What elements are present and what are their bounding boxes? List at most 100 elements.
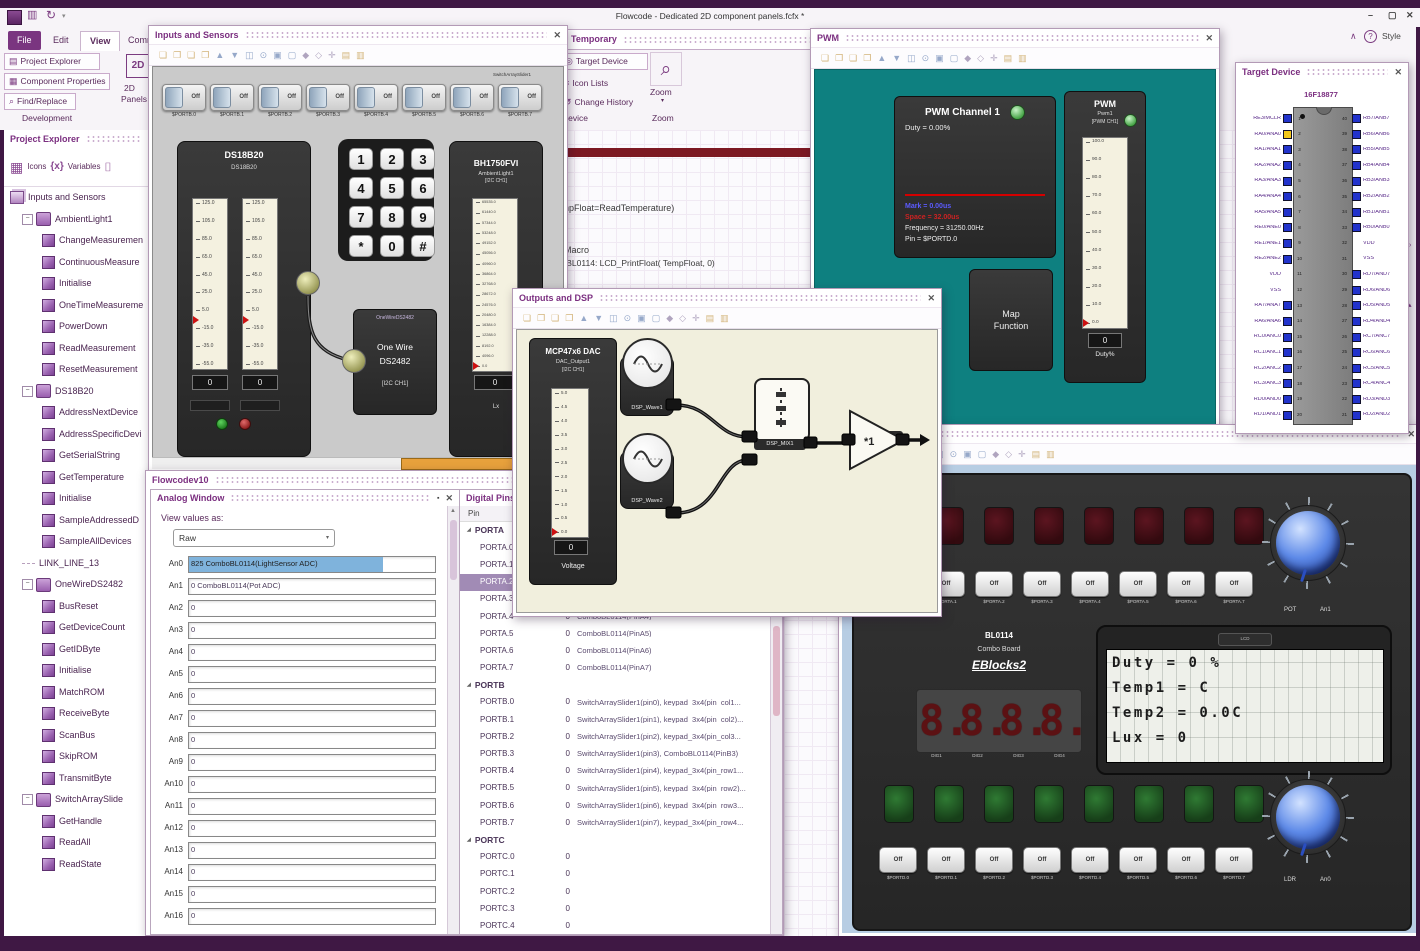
chip-pin[interactable]: 40 RB7/ANB7 bbox=[1339, 111, 1405, 127]
toggle-switch[interactable]: Off $PORTD.2 bbox=[975, 847, 1013, 881]
chip-pin[interactable]: 35 RB2/ANB2 bbox=[1339, 189, 1405, 205]
chip-pin[interactable]: RD0/AND0 19 bbox=[1239, 392, 1305, 408]
tree-item[interactable]: − Initialise bbox=[4, 660, 148, 682]
project-explorer-button[interactable]: ▤ Project Explorer bbox=[4, 53, 100, 70]
tree-item[interactable]: − ScanBus bbox=[4, 725, 148, 747]
tree-item[interactable]: − MatchROM bbox=[4, 682, 148, 704]
icons-view-icon[interactable]: ▦ bbox=[10, 160, 23, 174]
panel-tool-icon[interactable]: ✛ bbox=[692, 313, 700, 323]
panel-tool-icon[interactable]: ◫ bbox=[907, 53, 916, 63]
panel-tool-icon[interactable]: ❏ bbox=[523, 313, 531, 323]
digital-pin-row[interactable]: PORTC.0 0 bbox=[460, 849, 782, 866]
panel-tool-icon[interactable]: ▥ bbox=[720, 313, 729, 323]
panel-tool-icon[interactable]: ▼ bbox=[230, 50, 239, 60]
tree-expander-icon[interactable]: − bbox=[22, 794, 33, 806]
digital-pin-row[interactable]: PORTC.1 0 bbox=[460, 866, 782, 883]
panel-tool-icon[interactable]: ▼ bbox=[892, 53, 901, 63]
analog-value-field[interactable]: 0 bbox=[188, 687, 436, 705]
switch-state[interactable]: Off bbox=[1215, 571, 1253, 597]
toggle-switch[interactable]: Off $PORTA.7 bbox=[1215, 571, 1253, 605]
icons-view-label[interactable]: Icons bbox=[27, 163, 46, 171]
analog-value-field[interactable]: 0 bbox=[188, 621, 436, 639]
chip-pin[interactable]: 28 RD5/AND5 bbox=[1339, 298, 1405, 314]
panel-tool-icon[interactable]: ▤ bbox=[342, 50, 351, 60]
tab-edit[interactable]: Edit bbox=[44, 31, 78, 50]
tree-item[interactable]: − Inputs and Sensors bbox=[4, 187, 148, 209]
chip-pin[interactable]: RE1/ANE1 9 bbox=[1239, 236, 1305, 252]
tree-item[interactable]: − TransmitByte bbox=[4, 768, 148, 790]
panel-tool-icon[interactable]: ✛ bbox=[328, 50, 336, 60]
analog-value-field[interactable]: 0 bbox=[188, 775, 436, 793]
digital-pin-row[interactable]: PORTB.2 0 SwitchArraySlider1(pin2), keyp… bbox=[460, 728, 782, 745]
panel-tool-icon[interactable]: ◇ bbox=[1005, 449, 1012, 459]
toggle-switch[interactable]: Off $PORTA.2 bbox=[975, 571, 1013, 605]
digital-pin-row[interactable]: PORTB.5 0 SwitchArraySlider1(pin5), keyp… bbox=[460, 780, 782, 797]
digital-pin-row[interactable]: PORTB.7 0 SwitchArraySlider1(pin7), keyp… bbox=[460, 814, 782, 831]
chip-pin[interactable]: 25 RC6/ANC6 bbox=[1339, 345, 1405, 361]
tree-expander-icon[interactable]: − bbox=[22, 213, 33, 225]
tree-item[interactable]: − ReadState bbox=[4, 854, 148, 876]
digital-pin-row[interactable]: PORTB.0 0 SwitchArraySlider1(pin0), keyp… bbox=[460, 694, 782, 711]
digital-pin-row[interactable]: PORTB.3 0 SwitchArraySlider1(pin3), Comb… bbox=[460, 745, 782, 762]
close-button[interactable]: ✕ bbox=[1406, 11, 1414, 20]
tree-item[interactable]: − SkipROM bbox=[4, 746, 148, 768]
analog-value-field[interactable]: 0 bbox=[188, 731, 436, 749]
variables-label[interactable]: Variables bbox=[68, 163, 101, 171]
panel-tool-icon[interactable]: ❐ bbox=[565, 313, 573, 323]
map-function-block[interactable]: Map Function bbox=[969, 269, 1053, 371]
chip-pin[interactable]: RA0/ANA0 2 bbox=[1239, 127, 1305, 143]
analog-value-field[interactable]: 0 bbox=[188, 797, 436, 815]
chip-pin[interactable]: 36 RB3/ANB3 bbox=[1339, 173, 1405, 189]
switch-state[interactable]: Off bbox=[1167, 847, 1205, 873]
chip-pin[interactable]: 39 RB6/ANB6 bbox=[1339, 127, 1405, 143]
project-explorer-header[interactable]: Project Explorer bbox=[4, 130, 148, 148]
switch-state[interactable]: Off bbox=[1215, 847, 1253, 873]
wire-node-icon[interactable] bbox=[296, 271, 320, 295]
panel-tool-icon[interactable]: ⊙ bbox=[260, 50, 268, 60]
tree-item[interactable]: − Initialise bbox=[4, 273, 148, 295]
analog-value-field[interactable]: 0 bbox=[188, 907, 436, 925]
tree-item[interactable]: − AddressNextDevice bbox=[4, 402, 148, 424]
chip-pin[interactable]: 22 RD3/AND3 bbox=[1339, 392, 1405, 408]
panel-tool-icon[interactable]: ▣ bbox=[963, 449, 972, 459]
pot-knob[interactable] bbox=[1262, 497, 1354, 589]
chip-pin[interactable]: 21 RD2/AND2 bbox=[1339, 407, 1405, 423]
analog-value-field[interactable]: 0 bbox=[188, 599, 436, 617]
panel-tool-icon[interactable]: ▣ bbox=[637, 313, 646, 323]
chip-pin[interactable]: 23 RC4/ANC4 bbox=[1339, 376, 1405, 392]
analog-value-field[interactable]: 0 bbox=[188, 885, 436, 903]
tree-item[interactable]: − SampleAllDevices bbox=[4, 531, 148, 553]
analog-value-field[interactable]: 0 bbox=[188, 709, 436, 727]
tree-item[interactable]: − OneWireDS2482 bbox=[4, 574, 148, 596]
toggle-switch[interactable]: Off $PORTA.4 bbox=[1071, 571, 1109, 605]
tree-item[interactable]: − GetTemperature bbox=[4, 467, 148, 489]
target-device-button[interactable]: ◎ Target Device bbox=[560, 53, 648, 70]
panel-tool-icon[interactable]: ⊙ bbox=[950, 449, 958, 459]
chip-pin[interactable]: RC2/ANC2 17 bbox=[1239, 361, 1305, 377]
view-values-select[interactable]: Raw ▾ bbox=[173, 529, 335, 547]
tree-item[interactable]: − SampleAddressedD bbox=[4, 510, 148, 532]
close-icon[interactable]: ✕ bbox=[1205, 33, 1213, 43]
panel-tool-icon[interactable]: ▲ bbox=[215, 50, 224, 60]
tree-item[interactable]: − AmbientLight1 bbox=[4, 209, 148, 231]
analog-value-field[interactable]: 0 ComboBL0114(Pot ADC) bbox=[188, 577, 436, 595]
analog-value-field[interactable]: 0 bbox=[188, 665, 436, 683]
inputs-window-titlebar[interactable]: Inputs and Sensors ✕ bbox=[149, 26, 567, 44]
chip-pin[interactable]: RD1/AND1 20 bbox=[1239, 407, 1305, 423]
digital-pin-row[interactable]: PORTA.7 0 ComboBL0114(PinA7) bbox=[460, 660, 782, 677]
chip-pin[interactable]: 30 RD7/AND7 bbox=[1339, 267, 1405, 283]
variables-icon[interactable]: {x} bbox=[50, 162, 63, 172]
switch-state[interactable]: Off bbox=[1023, 571, 1061, 597]
switch-state[interactable]: Off bbox=[1071, 847, 1109, 873]
pwm-slider-panel[interactable]: PWM Pwm1 [PWM CH1] 100.0 90.0 80.0 70.0 60.0… bbox=[1064, 91, 1146, 383]
panel-tool-icon[interactable]: ▲ bbox=[877, 53, 886, 63]
digital-pin-row[interactable]: PORTA.6 0 ComboBL0114(PinA6) bbox=[460, 642, 782, 659]
chip-pin[interactable]: RE0/ANE0 8 bbox=[1239, 220, 1305, 236]
panel-tool-icon[interactable]: ▢ bbox=[978, 449, 987, 459]
analog-value-field[interactable]: 825 ComboBL0114(LightSensor ADC) bbox=[188, 555, 436, 573]
style-button[interactable]: Style bbox=[1382, 32, 1401, 41]
analog-scrollbar[interactable]: ▲ bbox=[447, 506, 459, 934]
chip-pin[interactable]: 27 RD4/AND4 bbox=[1339, 314, 1405, 330]
switch-state[interactable]: Off bbox=[1023, 847, 1061, 873]
zoom-button[interactable]: ⌕ bbox=[650, 52, 682, 86]
